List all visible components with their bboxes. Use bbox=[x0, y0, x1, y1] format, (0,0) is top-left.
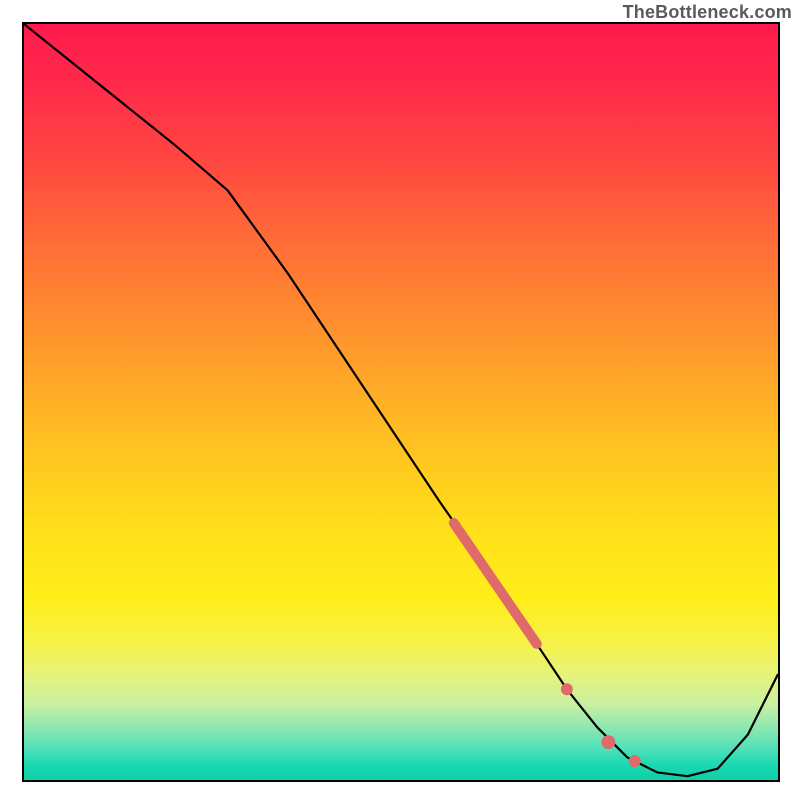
dot-1 bbox=[561, 683, 573, 695]
curve-path bbox=[24, 24, 778, 776]
dot-3 bbox=[629, 755, 641, 767]
dot-2 bbox=[601, 735, 615, 749]
plot-area bbox=[22, 22, 780, 782]
watermark-text: TheBottleneck.com bbox=[623, 2, 792, 23]
highlight-segment bbox=[454, 523, 537, 644]
chart-container: TheBottleneck.com bbox=[0, 0, 800, 800]
chart-svg bbox=[24, 24, 778, 780]
